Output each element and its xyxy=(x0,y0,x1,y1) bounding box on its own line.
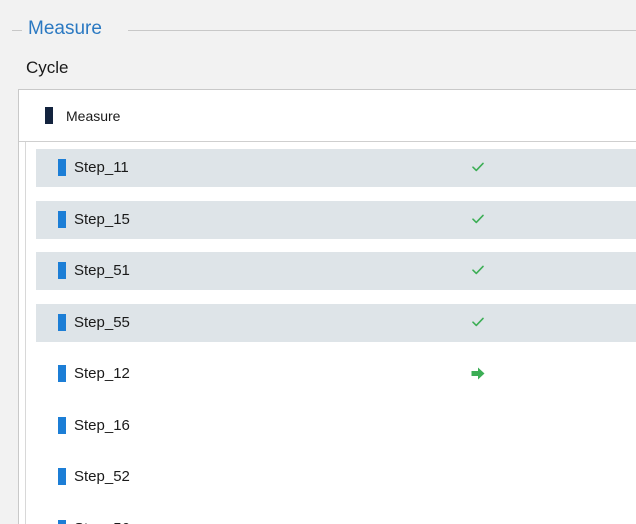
step-marker xyxy=(58,159,66,176)
cycle-label: Cycle xyxy=(26,58,69,77)
step-marker xyxy=(58,313,66,331)
step-label: Step_52 xyxy=(74,468,130,485)
panel-header-label: Measure xyxy=(66,108,121,124)
step-marker xyxy=(58,519,66,524)
check-icon xyxy=(468,157,488,177)
step-marker xyxy=(58,365,66,382)
step-row[interactable]: Step_56 xyxy=(36,510,636,524)
check-icon xyxy=(468,260,488,280)
step-row[interactable]: Step_55 xyxy=(36,303,636,342)
group-title: Measure xyxy=(28,18,102,39)
step-label: Step_11 xyxy=(74,159,129,176)
step-label: Step_12 xyxy=(74,365,130,382)
step-row[interactable]: Step_52 xyxy=(36,458,636,496)
panel-header: Measure xyxy=(19,90,636,142)
check-icon xyxy=(468,312,488,332)
step-label: Step_51 xyxy=(74,262,130,279)
arrow-right-icon xyxy=(468,363,488,383)
steps-panel: Measure Step_11 Step_15 Step_51 Step_55 Step… xyxy=(18,89,636,524)
group-rule-left xyxy=(12,30,22,31)
step-label: Step_55 xyxy=(74,313,130,331)
steps-list: Step_11 Step_15 Step_51 Step_55 Step_12 Step_… xyxy=(25,142,636,524)
step-marker xyxy=(58,468,66,485)
header-marker xyxy=(45,107,53,124)
step-label: Step_16 xyxy=(74,416,130,434)
step-label: Step_15 xyxy=(74,210,130,228)
step-row[interactable]: Step_15 xyxy=(36,200,636,239)
step-row[interactable]: Step_51 xyxy=(36,252,636,290)
group-rule-right xyxy=(128,30,636,31)
step-marker xyxy=(58,210,66,228)
step-row[interactable]: Step_11 xyxy=(36,149,636,187)
step-label: Step_56 xyxy=(74,520,130,524)
step-marker xyxy=(58,416,66,434)
check-icon xyxy=(468,209,488,229)
step-marker xyxy=(58,262,66,279)
step-row[interactable]: Step_12 xyxy=(36,355,636,393)
step-row[interactable]: Step_16 xyxy=(36,407,636,445)
